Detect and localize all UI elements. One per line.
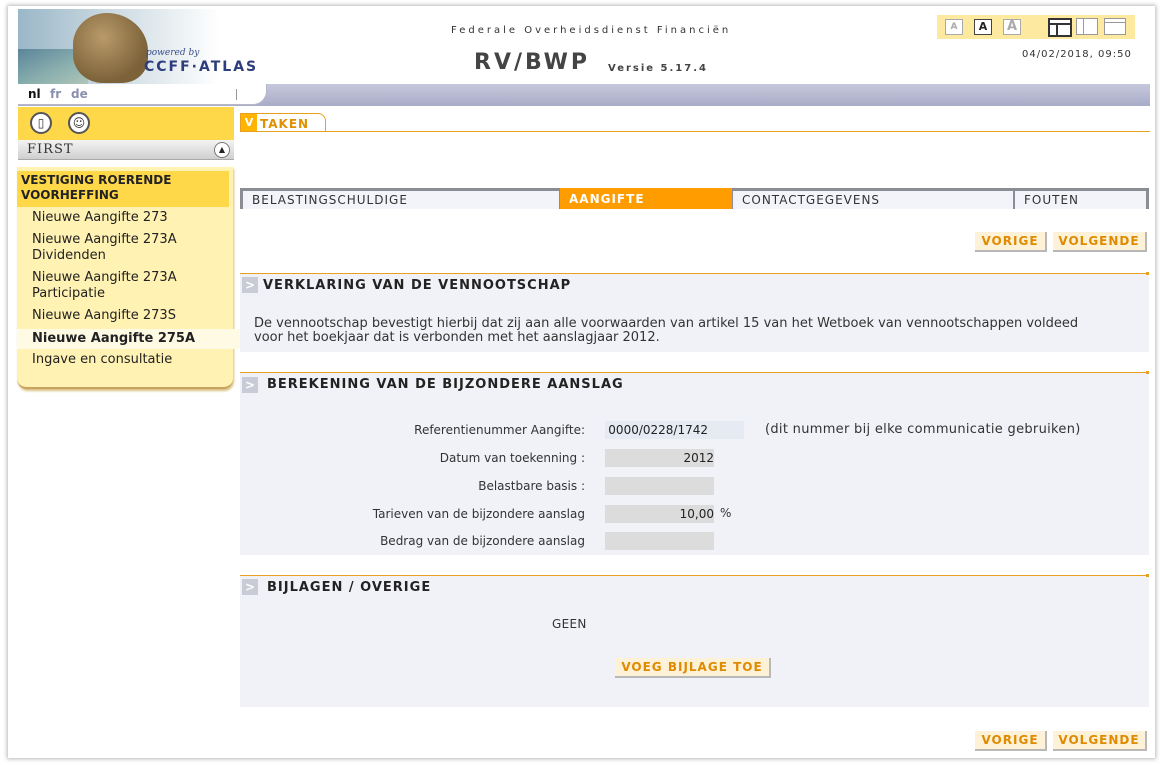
agency-name: Federale Overheidsdienst Financiën (451, 25, 732, 36)
bedrag-label: Bedrag van de bijzondere aanslag (380, 534, 585, 548)
sidebar-item-aangifte-275a[interactable]: Nieuwe Aangifte 275A (17, 329, 241, 349)
berekening-title: BEREKENING VAN DE BIJZONDERE AANSLAG (267, 377, 624, 392)
tarief-value: 10,00 (605, 505, 714, 523)
ref-number-note: (dit nummer bij elke communicatie gebrui… (765, 422, 1081, 437)
first-panel-label: FIRST (27, 142, 74, 157)
collapse-up-icon[interactable]: ▲ (214, 142, 230, 158)
verklaring-text: De vennootschap bevestigt hierbij dat zi… (254, 317, 1144, 345)
sidebar-toolbar: ▯ ☺ (18, 107, 234, 140)
sidebar-item-aangifte-273a-dividenden[interactable]: Nieuwe Aangifte 273A Dividenden (32, 232, 182, 264)
sidebar-item-aangifte-273a-participatie[interactable]: Nieuwe Aangifte 273A Participatie (32, 270, 182, 302)
sidebar-item-ingave-consultatie[interactable]: Ingave en consultatie (32, 352, 172, 368)
logo-powered-by: powered by (146, 48, 200, 58)
previous-button-bottom[interactable]: VORIGE (975, 731, 1047, 751)
sidebar-item-aangifte-273s[interactable]: Nieuwe Aangifte 273S (32, 308, 176, 324)
layout-split-icon[interactable] (1076, 18, 1098, 35)
bijlagen-section: > BIJLAGEN / OVERIGE GEEN (240, 574, 1149, 707)
ccff-atlas-logo: powered by CCFF·ATLAS (18, 9, 270, 84)
first-panel-header: FIRST ▲ (18, 140, 234, 160)
tarief-unit: % (720, 506, 732, 520)
bijlagen-status: GEEN (552, 617, 587, 631)
app-title: RV/BWP (474, 50, 590, 75)
berekening-section: > BEREKENING VAN DE BIJZONDERE AANSLAG R… (240, 371, 1149, 555)
current-datetime: 04/02/2018, 09:50 (1022, 49, 1132, 60)
verklaring-title: VERKLARING VAN DE VENNOOTSCHAP (263, 278, 572, 293)
menu-section-title: VESTIGING ROERENDE VOORHEFFING (17, 171, 229, 207)
section-arrow-icon: > (242, 377, 258, 393)
sidebar-menu: VESTIGING ROERENDE VOORHEFFING Nieuwe Aa… (17, 167, 241, 389)
add-attachment-button[interactable]: VOEG BIJLAGE TOE (615, 658, 771, 678)
display-settings-bar: A A A (937, 15, 1135, 39)
ref-number-value: 0000/0228/1742 (605, 421, 744, 439)
datum-toekenning-label: Datum van toekenning : (439, 451, 585, 465)
section-divider (240, 272, 1149, 275)
next-button-top[interactable]: VOLGENDE (1053, 232, 1147, 252)
user-profile-icon[interactable]: ☺ (68, 112, 90, 134)
belastbare-basis-label: Belastbare basis : (478, 479, 585, 493)
layout-full-icon[interactable] (1104, 18, 1126, 35)
taken-tab[interactable]: V TAKEN (240, 113, 326, 132)
section-divider (240, 574, 1149, 577)
layout-sidebar-icon[interactable] (1048, 18, 1072, 37)
bedrag-value (605, 532, 714, 550)
datum-toekenning-value: 2012 (605, 449, 714, 467)
taken-label: TAKEN (260, 117, 310, 131)
next-button-bottom[interactable]: VOLGENDE (1053, 731, 1147, 751)
atlas-figure-graphic (73, 13, 148, 83)
language-divider (236, 89, 237, 100)
bijlagen-title: BIJLAGEN / OVERIGE (267, 580, 432, 595)
section-arrow-icon: > (242, 579, 258, 595)
tab-belastingschuldige[interactable]: BELASTINGSCHULDIGE (243, 191, 559, 209)
logo-brand: CCFF·ATLAS (144, 59, 259, 75)
tarief-label: Tarieven van de bijzondere aanslag (372, 507, 585, 521)
tab-aangifte[interactable]: AANGIFTE (560, 188, 732, 209)
lang-de[interactable]: de (71, 87, 88, 101)
verklaring-text-line-1: De vennootschap bevestigt hierbij dat zi… (254, 316, 1079, 331)
section-divider (240, 371, 1149, 374)
belastbare-basis-value (605, 477, 714, 495)
sidebar-item-aangifte-273[interactable]: Nieuwe Aangifte 273 (32, 210, 168, 226)
font-medium-button[interactable]: A (974, 19, 992, 35)
chevron-down-icon: V (241, 114, 257, 132)
wizard-tabs: BELASTINGSCHULDIGE AANGIFTE CONTACTGEGEV… (240, 188, 1149, 209)
section-arrow-icon: > (242, 277, 258, 293)
tab-fouten[interactable]: FOUTEN (1015, 191, 1146, 209)
logout-door-icon[interactable]: ▯ (30, 112, 52, 134)
lang-nl[interactable]: nl (28, 87, 41, 101)
lang-fr[interactable]: fr (50, 87, 61, 101)
verklaring-section: > VERKLARING VAN DE VENNOOTSCHAP De venn… (240, 272, 1149, 352)
app-version: Versie 5.17.4 (608, 63, 708, 74)
ref-number-label: Referentienummer Aangifte: (414, 423, 585, 437)
tab-contactgegevens[interactable]: CONTACTGEGEVENS (733, 191, 1013, 209)
previous-button-top[interactable]: VORIGE (975, 232, 1047, 252)
taken-divider (240, 131, 1150, 132)
font-small-button[interactable]: A (945, 19, 963, 35)
font-large-button[interactable]: A (1003, 19, 1021, 35)
verklaring-text-line-2: voor het boekjaar dat is verbonden met h… (254, 330, 660, 345)
